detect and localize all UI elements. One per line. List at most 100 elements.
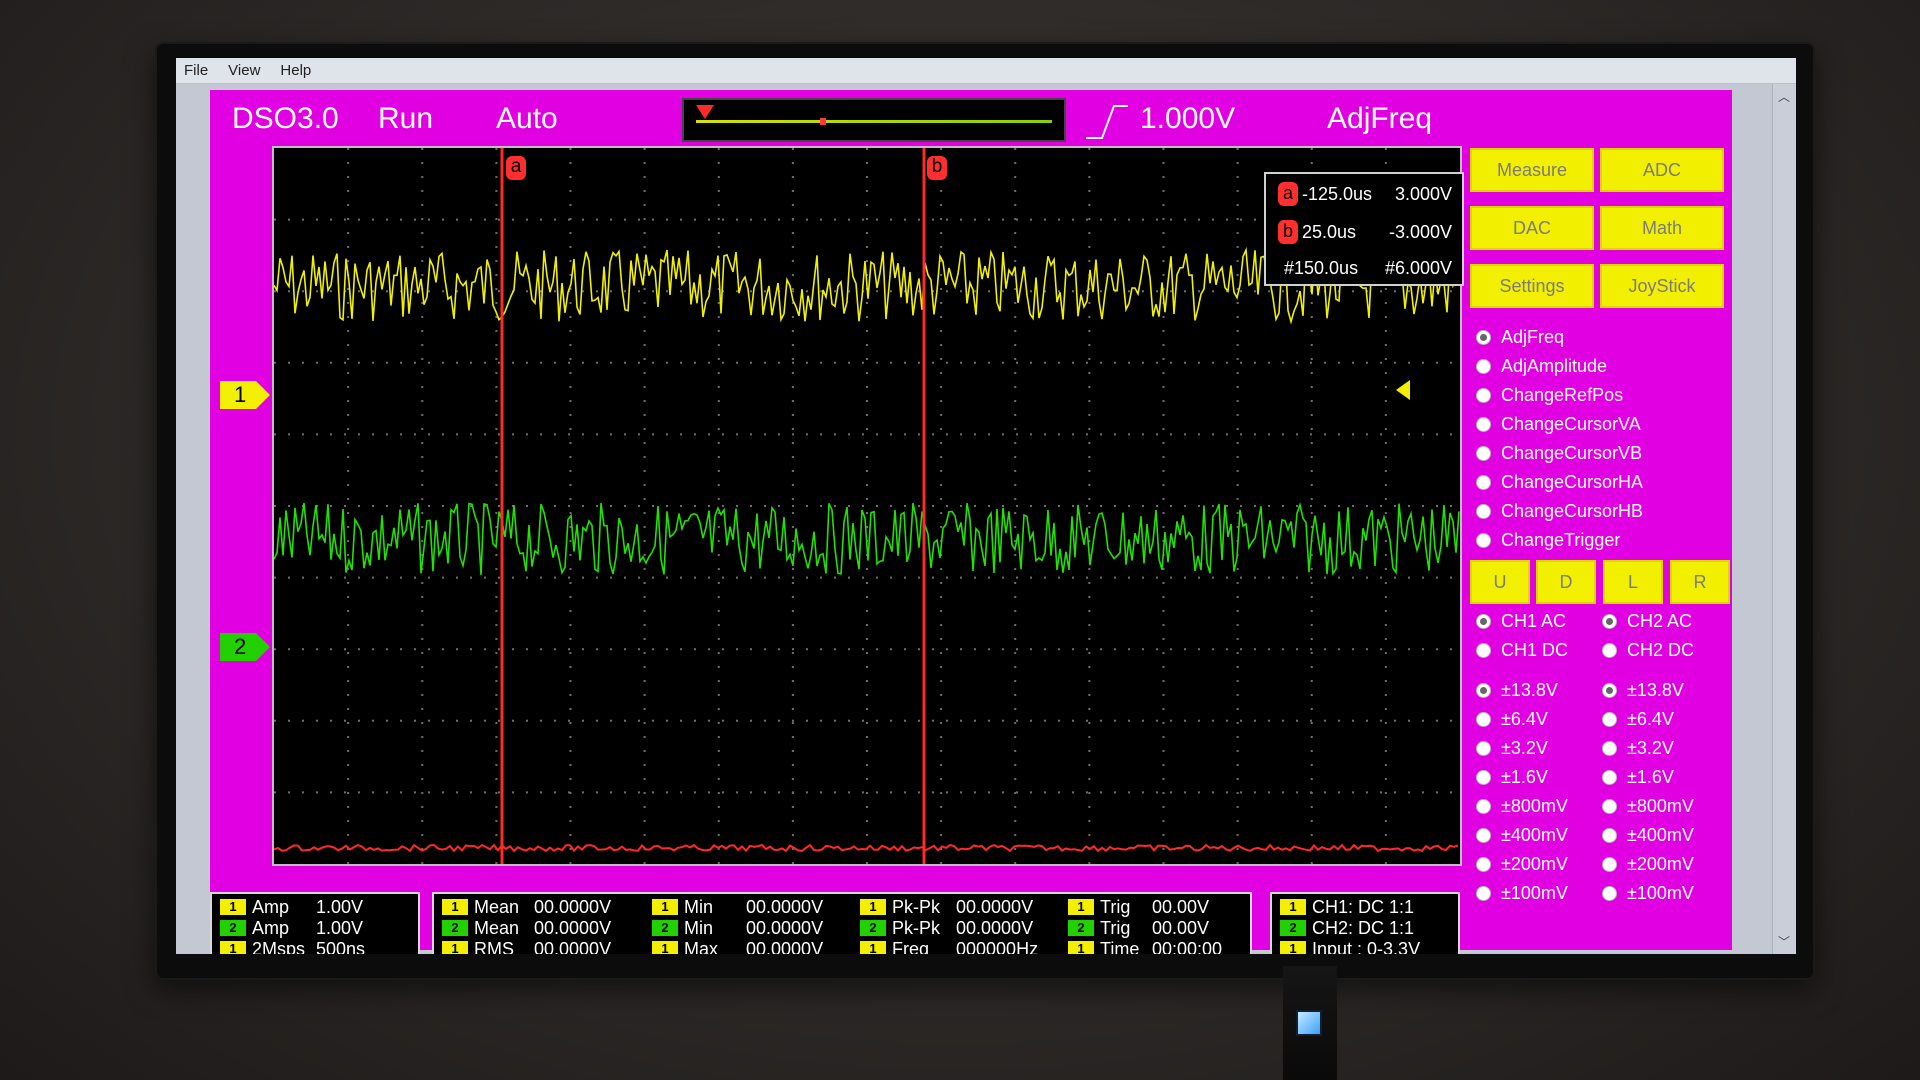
adjust-option[interactable]: ChangeCursorHB xyxy=(1476,498,1643,524)
ch2-range-radio[interactable] xyxy=(1602,798,1617,814)
menu-file[interactable]: File xyxy=(184,62,208,79)
ch2-range-option[interactable]: ±400mV xyxy=(1602,822,1694,848)
adjust-option-radio[interactable] xyxy=(1476,503,1491,519)
measurement-value: 00.0000V xyxy=(746,917,824,938)
ch1-range-option[interactable]: ±13.8V xyxy=(1476,677,1558,703)
ch2-range-option[interactable]: ±6.4V xyxy=(1602,706,1674,732)
measurement-cell: 1 Min 00.0000V xyxy=(652,896,823,918)
adjust-option[interactable]: ChangeTrigger xyxy=(1476,527,1620,553)
ch2-range-radio[interactable] xyxy=(1602,769,1617,785)
ch2-range-option[interactable]: ±13.8V xyxy=(1602,677,1684,703)
measurement-cell: 2 CH2: DC 1:1 xyxy=(1280,917,1452,939)
ch1-range-label: ±100mV xyxy=(1501,882,1568,903)
down-button[interactable]: D xyxy=(1536,560,1596,604)
ch2-dc-radio[interactable] xyxy=(1602,642,1617,658)
measurement-panel: 1 Mean 00.0000V 1 Min 00.0000V 1 Pk-Pk 00.0000V 1… xyxy=(432,892,1252,954)
adjust-option-radio[interactable] xyxy=(1476,532,1491,548)
adjust-option-radio[interactable] xyxy=(1476,358,1491,374)
measurement-label: Amp xyxy=(252,896,290,917)
ch1-range-option[interactable]: ±3.2V xyxy=(1476,735,1548,761)
ch1-range-option[interactable]: ±800mV xyxy=(1476,793,1568,819)
adjust-option-radio[interactable] xyxy=(1476,329,1491,345)
cursor-a-label[interactable]: a xyxy=(506,156,526,180)
adjust-option-radio[interactable] xyxy=(1476,474,1491,490)
ch2-ac-radio[interactable] xyxy=(1602,613,1617,629)
ch1-range-radio[interactable] xyxy=(1476,827,1491,843)
ch2-range-radio[interactable] xyxy=(1602,711,1617,727)
settings-button[interactable]: Settings xyxy=(1470,264,1594,308)
run-state[interactable]: Run xyxy=(378,102,433,136)
adjust-option[interactable]: AdjFreq xyxy=(1476,324,1564,350)
ch2-range-radio[interactable] xyxy=(1602,827,1617,843)
dac-button[interactable]: DAC xyxy=(1470,206,1594,250)
ch2-range-radio[interactable] xyxy=(1602,740,1617,756)
scroll-down-icon[interactable]: ﹀ xyxy=(1778,933,1790,950)
ch1-dc-option[interactable]: CH1 DC xyxy=(1476,637,1568,663)
ch2-range-radio[interactable] xyxy=(1602,885,1617,901)
scroll-up-icon[interactable]: ︿ xyxy=(1778,88,1790,105)
waveform-plot[interactable]: a b a -125.0us 3.000V b 25.0us -3.000V #… xyxy=(272,146,1464,866)
ch1-range-radio[interactable] xyxy=(1476,769,1491,785)
channel-badge-icon: 1 xyxy=(220,941,246,954)
cursor-readout: a -125.0us 3.000V b 25.0us -3.000V #150.… xyxy=(1264,172,1464,286)
ch1-range-option[interactable]: ±400mV xyxy=(1476,822,1568,848)
channel1-marker[interactable]: 1 xyxy=(220,381,270,409)
measurement-cell: 1 Mean 00.0000V xyxy=(442,896,611,918)
ch2-range-label: ±6.4V xyxy=(1627,708,1674,729)
up-button[interactable]: U xyxy=(1470,560,1530,604)
joystick-button[interactable]: JoyStick xyxy=(1600,264,1724,308)
adjust-option-radio[interactable] xyxy=(1476,416,1491,432)
ch1-ac-radio[interactable] xyxy=(1476,613,1491,629)
ch1-range-radio[interactable] xyxy=(1476,798,1491,814)
adjust-option[interactable]: ChangeRefPos xyxy=(1476,382,1623,408)
left-button[interactable]: L xyxy=(1603,560,1663,604)
ch2-ac-label: CH2 AC xyxy=(1627,610,1693,631)
measurement-label: Time xyxy=(1100,938,1140,955)
ch2-range-option[interactable]: ±800mV xyxy=(1602,793,1694,819)
ch2-range-option[interactable]: ±1.6V xyxy=(1602,764,1674,790)
ch1-range-radio[interactable] xyxy=(1476,740,1491,756)
measure-button[interactable]: Measure xyxy=(1470,148,1594,192)
ch2-range-option[interactable]: ±3.2V xyxy=(1602,735,1674,761)
ch2-ac-option[interactable]: CH2 AC xyxy=(1602,608,1692,634)
ch1-range-radio[interactable] xyxy=(1476,711,1491,727)
adjust-option[interactable]: AdjAmplitude xyxy=(1476,353,1607,379)
channel-badge-icon: 1 xyxy=(652,899,678,915)
ch2-range-radio[interactable] xyxy=(1602,856,1617,872)
menu-help[interactable]: Help xyxy=(280,62,311,79)
right-button[interactable]: R xyxy=(1670,560,1730,604)
measurement-label: CH2: DC 1:1 xyxy=(1312,917,1415,938)
adjust-option-radio[interactable] xyxy=(1476,387,1491,403)
channel-badge-icon: 1 xyxy=(1280,899,1306,915)
ch1-ac-option[interactable]: CH1 AC xyxy=(1476,608,1566,634)
vertical-scrollbar[interactable]: ︿ ﹀ xyxy=(1772,84,1796,954)
cursor-b-label[interactable]: b xyxy=(927,156,947,180)
measurement-label: Freq xyxy=(892,938,930,955)
ch1-range-radio[interactable] xyxy=(1476,856,1491,872)
math-button[interactable]: Math xyxy=(1600,206,1724,250)
ch1-range-option[interactable]: ±6.4V xyxy=(1476,706,1548,732)
ch1-range-option[interactable]: ±1.6V xyxy=(1476,764,1548,790)
ch1-range-option[interactable]: ±200mV xyxy=(1476,851,1568,877)
trigger-mode[interactable]: Auto xyxy=(496,102,558,136)
measurement-label: Mean xyxy=(474,917,520,938)
ch2-dc-option[interactable]: CH2 DC xyxy=(1602,637,1694,663)
ch1-range-radio[interactable] xyxy=(1476,682,1491,698)
adjust-option[interactable]: ChangeCursorVA xyxy=(1476,411,1641,437)
channel2-marker[interactable]: 2 xyxy=(220,633,270,661)
ch1-range-radio[interactable] xyxy=(1476,885,1491,901)
adjust-option[interactable]: ChangeCursorHA xyxy=(1476,469,1643,495)
adc-button[interactable]: ADC xyxy=(1600,148,1724,192)
rising-edge-icon[interactable] xyxy=(1084,102,1130,142)
ch2-range-option[interactable]: ±200mV xyxy=(1602,851,1694,877)
adjust-option[interactable]: ChangeCursorVB xyxy=(1476,440,1642,466)
ch1-range-option[interactable]: ±100mV xyxy=(1476,880,1568,906)
ch1-dc-radio[interactable] xyxy=(1476,642,1491,658)
readout-row-a: a -125.0us 3.000V xyxy=(1272,180,1456,208)
adjust-option-radio[interactable] xyxy=(1476,445,1491,461)
menu-view[interactable]: View xyxy=(228,62,260,79)
ch2-range-radio[interactable] xyxy=(1602,682,1617,698)
trigger-position-bar[interactable] xyxy=(682,98,1066,142)
ch2-range-option[interactable]: ±100mV xyxy=(1602,880,1694,906)
measurement-label: Min xyxy=(684,896,714,917)
